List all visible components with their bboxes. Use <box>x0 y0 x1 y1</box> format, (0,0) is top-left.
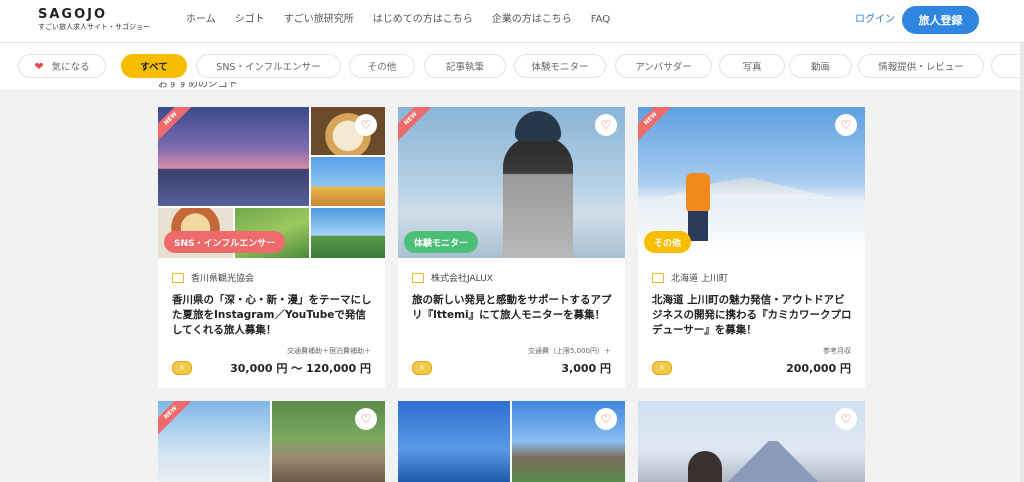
card-image: ♡ <box>398 401 625 482</box>
organization: 北海道 上川町 <box>652 271 728 284</box>
category-tag: SNS・インフルエンサー <box>164 231 286 253</box>
filter-monitor[interactable]: 体験モニター <box>514 54 606 78</box>
scrollbar[interactable] <box>1020 43 1024 482</box>
card-image: NEW ♡ その他 <box>638 107 865 258</box>
job-card[interactable]: NEW ♡ SNS・インフルエンサー 香川県観光協会 香川県の「深・心・新・漫」… <box>158 107 385 388</box>
job-card[interactable]: NEW ♡ その他 北海道 上川町 北海道 上川町の魅力発信・アウトドアビジネス… <box>638 107 865 388</box>
card-image: NEW ♡ <box>158 401 385 482</box>
job-card[interactable]: NEW ♡ <box>158 401 385 482</box>
favorite-heart-icon[interactable]: ♡ <box>595 114 617 136</box>
nav-home[interactable]: ホーム <box>186 13 216 27</box>
heart-icon: ❤ <box>34 59 44 73</box>
filter-ambassador[interactable]: アンバサダー <box>615 54 712 78</box>
main-nav: ホーム シゴト すごい旅研究所 はじめての方はこちら 企業の方はこちら FAQ <box>186 13 629 27</box>
nav-lab[interactable]: すごい旅研究所 <box>284 13 354 27</box>
logo-subtitle: すごい旅人求人サイト・サゴジョー <box>38 23 150 31</box>
favorite-heart-icon[interactable]: ♡ <box>355 114 377 136</box>
coin-icon: ¥ <box>412 361 432 375</box>
nav-companies[interactable]: 企業の方はこちら <box>492 13 572 27</box>
filter-writing[interactable]: 記事執筆 <box>424 54 506 78</box>
nav-faq[interactable]: FAQ <box>591 13 610 27</box>
filter-sns[interactable]: SNS・インフルエンサー <box>196 54 341 78</box>
building-icon <box>172 272 184 283</box>
nav-first-time[interactable]: はじめての方はこちら <box>373 13 473 27</box>
reward-note: 参考月収 <box>823 347 851 355</box>
job-card[interactable]: NEW ♡ 体験モニター 株式会社JALUX 旅の新しい発見と感動をサポートする… <box>398 107 625 388</box>
card-image: NEW ♡ 体験モニター <box>398 107 625 258</box>
site-header: SAGOJO すごい旅人求人サイト・サゴジョー ホーム シゴト すごい旅研究所 … <box>0 0 1024 43</box>
reward-note: 交通費補助＋宿泊費補助＋ <box>287 347 371 355</box>
card-image: NEW ♡ SNS・インフルエンサー <box>158 107 385 258</box>
organization-name: 北海道 上川町 <box>671 274 728 284</box>
filter-review[interactable]: 情報提供・レビュー <box>858 54 984 78</box>
organization-name: 香川県観光協会 <box>191 274 255 284</box>
building-icon <box>412 272 424 283</box>
section-title: おすすめのシゴト <box>158 82 238 90</box>
category-tag: その他 <box>644 231 692 253</box>
filter-favorite[interactable]: ❤ 気になる <box>18 54 106 78</box>
reward-amount: 3,000 円 <box>561 362 611 375</box>
organization: 香川県観光協会 <box>172 271 254 284</box>
filter-favorite-label: 気になる <box>51 62 90 73</box>
favorite-heart-icon[interactable]: ♡ <box>355 408 377 430</box>
category-tag: 体験モニター <box>404 231 479 253</box>
coin-icon: ¥ <box>172 361 192 375</box>
favorite-heart-icon[interactable]: ♡ <box>835 114 857 136</box>
favorite-heart-icon[interactable]: ♡ <box>835 408 857 430</box>
logo-text: SAGOJO <box>38 7 108 22</box>
favorite-heart-icon[interactable]: ♡ <box>595 408 617 430</box>
job-title[interactable]: 旅の新しい発見と感動をサポートするアプリ『Ittemi』にて旅人モニターを募集！ <box>412 293 614 323</box>
category-filter-bar: ❤ 気になる すべて SNS・インフルエンサー その他 記事執筆 体験モニター … <box>0 43 1024 90</box>
filter-photo[interactable]: 写真 <box>719 54 785 78</box>
reward-note: 交通費（上限5,000円）＋ <box>527 347 611 355</box>
reward-amount: 30,000 円 〜 120,000 円 <box>230 362 371 375</box>
nav-jobs[interactable]: シゴト <box>235 13 265 27</box>
filter-video[interactable]: 動画 <box>789 54 852 78</box>
building-icon <box>652 272 664 283</box>
filter-all[interactable]: すべて <box>121 54 187 78</box>
job-card[interactable]: ♡ <box>398 401 625 482</box>
job-title[interactable]: 香川県の「深・心・新・漫」をテーマにした夏旅をInstagram／YouTube… <box>172 293 374 338</box>
filter-other[interactable]: その他 <box>349 54 415 78</box>
job-title[interactable]: 北海道 上川町の魅力発信・アウトドアビジネスの開発に携わる『カミカワークプロデュ… <box>652 293 854 338</box>
job-card[interactable]: ♡ <box>638 401 865 482</box>
register-button[interactable]: 旅人登録 <box>902 6 979 34</box>
card-image: ♡ <box>638 401 865 482</box>
reward-amount: 200,000 円 <box>786 362 851 375</box>
coin-icon: ¥ <box>652 361 672 375</box>
login-link[interactable]: ログイン <box>855 13 895 27</box>
organization-name: 株式会社JALUX <box>431 274 493 284</box>
organization: 株式会社JALUX <box>412 271 493 284</box>
logo[interactable]: SAGOJO すごい旅人求人サイト・サゴジョー <box>38 8 150 31</box>
